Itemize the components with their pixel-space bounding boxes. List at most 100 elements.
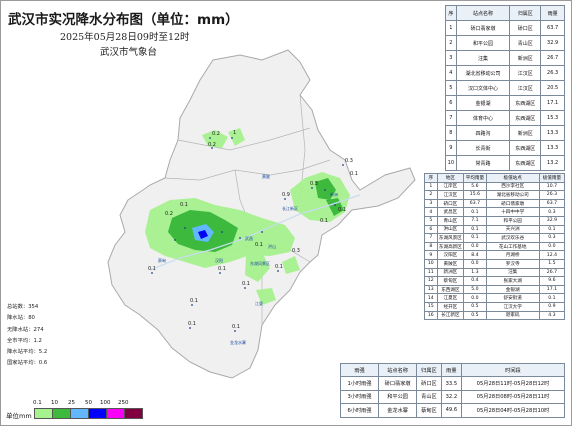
stat-avg-all: 全市平均：1.2 <box>7 337 42 344</box>
table-cell: 1小时雨强 <box>339 376 380 391</box>
table-cell: 0.3 <box>538 233 566 243</box>
table-cell: 经开区 <box>436 301 465 312</box>
table-cell: 12 <box>424 276 438 286</box>
table-cell: 2 <box>445 35 457 51</box>
table-cell: 05月28日08时-05月28日11时 <box>460 389 566 405</box>
table-cell: 11 <box>424 267 438 278</box>
table-cell: 9 <box>424 250 438 260</box>
table-cell: 谌家矶 <box>485 310 540 321</box>
district-label: 新洲 <box>330 191 338 197</box>
station-value: 0.9 <box>282 192 290 198</box>
table-cell: 17.1 <box>540 95 565 111</box>
table-cell: 硚口区 <box>416 376 442 391</box>
table-row: 10 常青路 东西湖区 13.2 <box>445 155 565 171</box>
station-value: 0.1 <box>350 171 358 177</box>
table-cell: 20.5 <box>540 80 565 96</box>
district-label: 金龙水寨 <box>230 339 246 345</box>
table-cell: 15.6 <box>463 190 487 200</box>
column-header: 极值雨量 <box>538 173 566 183</box>
table-cell: 15 <box>424 301 438 312</box>
table-cell: 东西湖区 <box>509 155 542 171</box>
table-row: 9 长青街 东西湖区 13.3 <box>445 140 565 156</box>
station-value: 0.1 <box>255 242 263 248</box>
table-cell: 江汉区 <box>436 190 465 200</box>
table-cell: 13.2 <box>540 155 565 171</box>
table-cell: 汉口文体中心 <box>455 80 511 96</box>
table-cell: 和平公园 <box>378 389 418 405</box>
table-cell: 13.3 <box>540 140 565 156</box>
table-cell: 西沙李社区 <box>485 181 540 192</box>
table-row: 16 长江新区 0.5 谌家矶 4.3 <box>424 310 566 321</box>
table-cell: 0.0 <box>538 241 566 252</box>
table-row: 1 硚口翡家墩 硚口区 63.7 <box>445 20 565 36</box>
table-cell: 舒安街道 <box>485 293 540 303</box>
table-row: 7 东湖风景区 0.1 武汉欢乐谷 0.3 <box>424 233 566 243</box>
table-cell: 天兴洲 <box>485 224 540 235</box>
top-stations-table: 序 站点名称 归属区 雨量 1 硚口翡家墩 硚口区 63.7 2 和平公园 青山区 32.9 3… <box>445 5 565 171</box>
table-cell: 13.3 <box>540 125 565 141</box>
station-value: 0.1 <box>338 207 346 213</box>
table-cell: 5.0 <box>463 284 487 295</box>
table-cell: 汪集 <box>455 50 511 66</box>
station-stats: 总站数：354 降水站：80 无降水站：274 全市平均：1.2 降水站平均：5… <box>7 302 47 370</box>
legend-tick: 0.1 <box>33 400 42 406</box>
district-label: 蔡甸 <box>158 257 166 263</box>
table-cell: 金银湖 <box>485 284 540 295</box>
table-cell: 硚口翡家墩 <box>455 20 511 36</box>
table-cell: 湖北省移动公司 <box>485 190 540 200</box>
table-cell: 0.0 <box>463 258 487 269</box>
table-row: 3小时雨强 和平公园 青山区 32.2 05月28日08时-05月28日11时 <box>339 389 566 405</box>
district-label: 汉阳 <box>215 257 223 263</box>
table-cell: 9 <box>445 140 457 156</box>
table-cell: 江夏区 <box>436 293 465 303</box>
column-header: 极值站点 <box>485 173 540 183</box>
table-cell: 硚口区 <box>436 198 465 209</box>
table-cell: 7 <box>424 233 438 243</box>
table-cell: 江汉大学 <box>485 301 540 312</box>
district-label: 江夏 <box>255 300 263 306</box>
table-cell: 0.1 <box>538 293 566 303</box>
table-cell: 新洲区 <box>509 125 542 141</box>
table-cell: 3小时雨强 <box>339 389 380 405</box>
column-header: 站点名称 <box>378 362 418 378</box>
table-cell: 3 <box>424 198 438 209</box>
issuing-organization: 武汉市气象台 <box>100 47 158 58</box>
max-intensity-table: 雨强 站点名称 归属区 雨量 时间段 1小时雨强 硚口翡家墩 硚口区 33.5 05月2… <box>339 362 566 418</box>
table-cell: 青山区 <box>416 389 442 405</box>
table-cell: 26.3 <box>540 65 565 81</box>
table-row: 2 和平公园 青山区 32.9 <box>445 35 565 51</box>
table-cell: 5 <box>424 215 438 226</box>
table-cell: 16 <box>424 310 438 321</box>
column-header: 雨量 <box>540 5 565 21</box>
table-row: 4 湖北省移动公司 江汉区 26.3 <box>445 65 565 81</box>
legend-swatch <box>35 409 53 418</box>
table-cell: 月湖桥 <box>485 250 540 260</box>
table-cell: 3 <box>445 50 457 66</box>
table-row: 11 新洲区 1.3 汪集 26.7 <box>424 267 566 278</box>
table-cell: 33.5 <box>440 376 462 391</box>
table-cell: 9.6 <box>538 276 566 286</box>
table-row: 2 江汉区 15.6 湖北省移动公司 26.3 <box>424 190 566 200</box>
table-cell: 1.5 <box>538 258 566 269</box>
table-cell: 0.5 <box>463 310 487 321</box>
table-cell: 硚口翡家墩 <box>485 198 540 209</box>
district-rain-table: 序 地区 平均雨量 极值站点 极值雨量 1 江岸区 5.6 西沙李社区 10.7 2 江汉区… <box>424 173 566 321</box>
table-cell: 东西湖区 <box>509 95 542 111</box>
table-cell: 新洲区 <box>436 267 465 278</box>
table-cell: 26.3 <box>538 190 566 200</box>
table-cell: 罗汉寺 <box>485 258 540 269</box>
table-cell: 张家大湖 <box>485 276 540 286</box>
station-value: 0.2 <box>212 131 220 137</box>
table-cell: 2 <box>424 190 438 200</box>
stat-no-rain-stations: 无降水站：274 <box>7 326 44 333</box>
table-cell: 32.9 <box>538 215 566 226</box>
station-value: 0.1 <box>275 264 283 270</box>
column-header: 归属区 <box>416 362 442 378</box>
table-cell: 武汉欢乐谷 <box>485 233 540 243</box>
station-value: 0.1 <box>188 321 196 327</box>
table-row: 6小时雨强 金龙水寨 蔡甸区 49.6 05月28日04时-05月28日10时 <box>339 403 566 418</box>
table-cell: 常青路 <box>455 155 511 171</box>
table-cell: 黄陂区 <box>436 258 465 269</box>
legend-swatch <box>71 409 89 418</box>
column-header: 序 <box>445 5 457 21</box>
